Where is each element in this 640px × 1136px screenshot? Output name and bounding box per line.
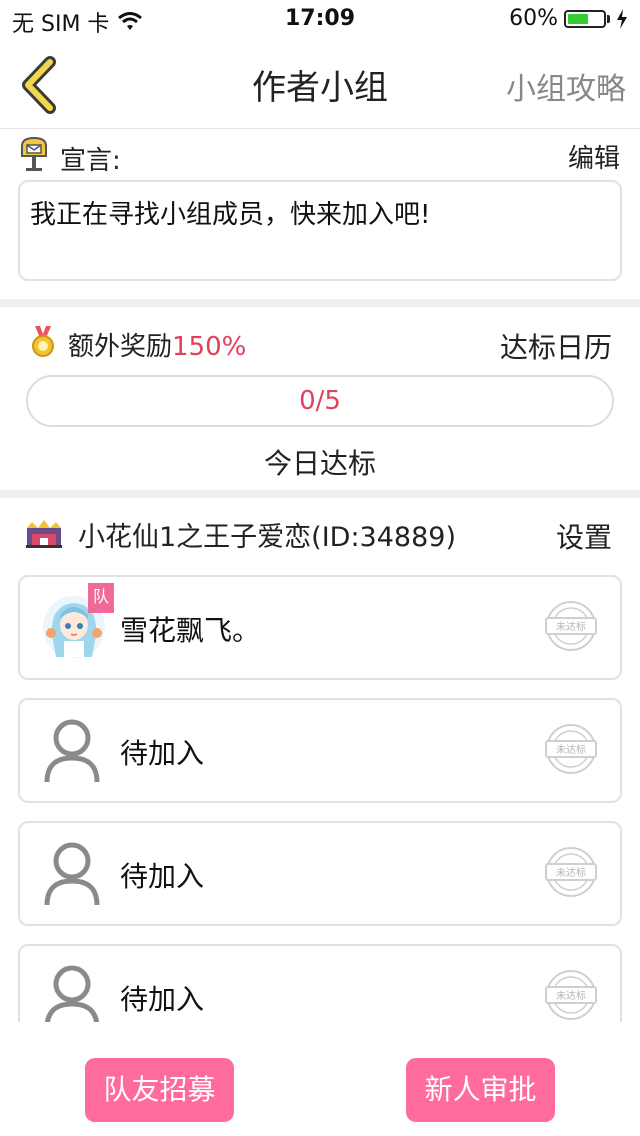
member-name: 待加入 — [120, 860, 205, 893]
progress-bar: 0/5 — [26, 375, 614, 427]
battery-icon — [564, 9, 606, 28]
battery-area: 60% — [509, 6, 628, 31]
edit-declaration-button[interactable]: 编辑 — [568, 138, 620, 175]
member-card[interactable]: 待加入 未达标 — [18, 944, 622, 1022]
status-bar: 无 SIM 卡 17:09 60% — [0, 0, 640, 40]
group-settings-button[interactable]: 设置 — [556, 516, 612, 556]
battery-fill — [568, 13, 588, 24]
bonus-percent: 150% — [172, 332, 247, 362]
stamp-label: 未达标 — [556, 621, 586, 633]
stamp-label: 未达标 — [556, 990, 586, 1002]
bonus-label: 额外奖励150% — [68, 326, 246, 363]
member-name: 待加入 — [120, 983, 205, 1016]
medal-icon — [32, 326, 54, 357]
person-placeholder-icon — [44, 719, 100, 783]
person-placeholder-icon — [44, 842, 100, 906]
member-card[interactable]: 待加入 未达标 — [18, 698, 622, 803]
calendar-button[interactable]: 达标日历 — [500, 326, 612, 366]
not-qualified-stamp-icon: 未达标 — [545, 970, 597, 1020]
member-card[interactable]: 待加入 未达标 — [18, 821, 622, 926]
member-name: 雪花飘飞。 — [120, 614, 261, 647]
section-divider — [0, 490, 640, 498]
group-guide-link[interactable]: 小组攻略 — [506, 64, 626, 108]
declaration-label: 宣言: — [60, 146, 121, 176]
recruit-teammates-button[interactable]: 队友招募 — [85, 1058, 234, 1122]
section-divider — [0, 299, 640, 307]
castle-icon — [26, 520, 62, 548]
battery-tip — [607, 14, 610, 23]
nav-bar: 作者小组 小组攻略 — [0, 40, 640, 129]
person-placeholder-icon — [44, 965, 100, 1022]
stamp-label: 未达标 — [556, 744, 586, 756]
charging-icon — [617, 8, 627, 29]
group-name: 小花仙1之王子爱恋(ID:34889) — [78, 522, 456, 553]
member-name: 待加入 — [120, 737, 205, 770]
mailbox-icon — [21, 136, 47, 171]
not-qualified-stamp-icon: 未达标 — [545, 847, 597, 897]
member-card[interactable]: 队 雪花飘飞。 未达标 — [18, 575, 622, 680]
approve-newcomers-button[interactable]: 新人审批 — [406, 1058, 555, 1122]
bonus-label-text: 额外奖励 — [68, 332, 173, 362]
progress-text: 0/5 — [299, 386, 341, 416]
not-qualified-stamp-icon: 未达标 — [545, 724, 597, 774]
battery-percent: 60% — [509, 6, 558, 31]
stamp-label: 未达标 — [556, 867, 586, 879]
not-qualified-stamp-icon: 未达标 — [545, 601, 597, 651]
declaration-text: 我正在寻找小组成员，快来加入吧! — [18, 180, 622, 281]
leader-badge: 队 — [88, 583, 114, 613]
progress-caption: 今日达标 — [263, 447, 376, 480]
member-list[interactable]: 队 雪花飘飞。 未达标 待加入 未达标 待加入 未达标 待加入 未达标 — [0, 560, 640, 1022]
